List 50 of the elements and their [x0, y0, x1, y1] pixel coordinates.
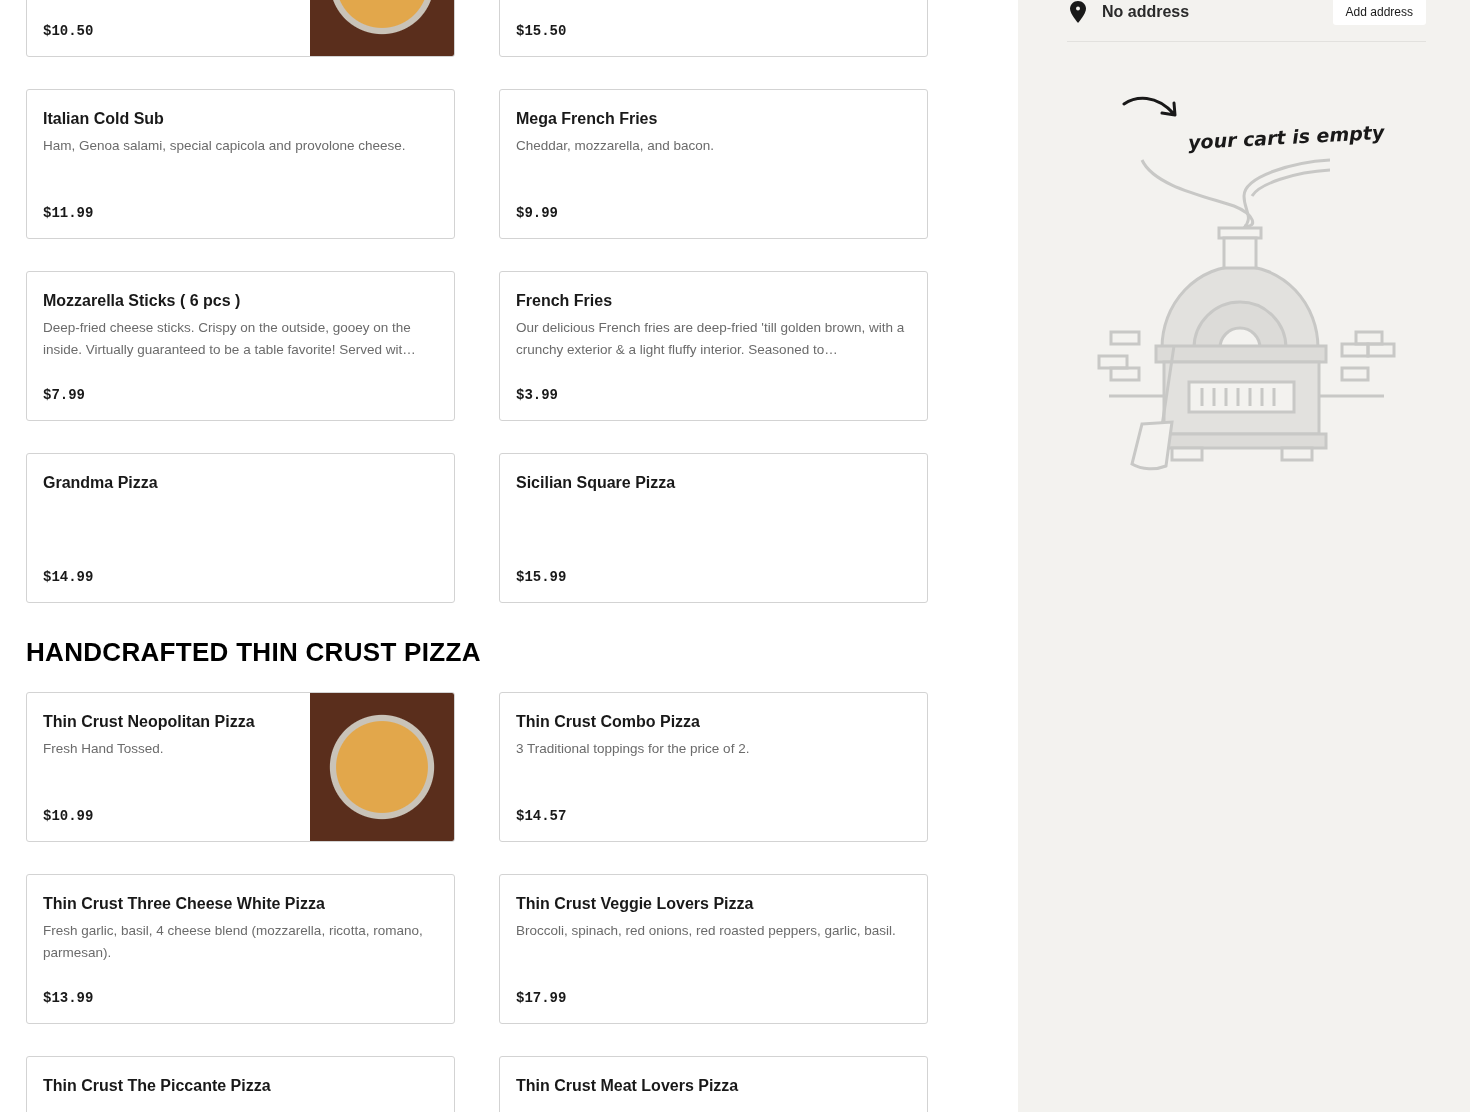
menu-item-card[interactable]: Thin Crust Neopolitan Pizza Fresh Hand Tossed. $10.99 — [26, 692, 455, 842]
menu-item-card[interactable]: French Fries Our delicious French fries are deep-fried 'till golden brown, with a crunchy exterior & a light fluffy interior. Seasoned to… $3.99 — [499, 271, 928, 421]
item-description: Our delicious French fries are deep-fried 'till golden brown, with a crunchy exterior & a light fluffy interior. Seasoned to… — [516, 319, 906, 359]
section-heading: HANDCRAFTED THIN CRUST PIZZA — [26, 637, 482, 668]
item-description: Fresh garlic, basil, 4 cheese blend (mozzarella, ricotta, romano, parmesan). — [43, 922, 424, 962]
menu-item-card[interactable]: Thin Crust Three Cheese White Pizza Fresh garlic, basil, 4 cheese blend (mozzarella, ricotta, romano, parmesan). $13.99 — [26, 874, 455, 1024]
item-description: Cheddar, mozzarella, and bacon. — [516, 137, 716, 155]
item-name: Mega French Fries — [516, 109, 659, 129]
item-price: $15.50 — [516, 23, 568, 39]
item-price: $11.99 — [43, 205, 95, 221]
item-price: $17.99 — [516, 990, 568, 1006]
item-price: $14.57 — [516, 808, 568, 824]
item-name: Thin Crust The Piccante Pizza — [43, 1076, 272, 1096]
item-name: Italian Cold Sub — [43, 109, 165, 129]
menu-item-card[interactable]: Thin Crust Veggie Lovers Pizza Broccoli, spinach, red onions, red roasted peppers, garlic, basil. $17.99 — [499, 874, 928, 1024]
item-name: French Fries — [516, 291, 614, 311]
menu-item-card[interactable]: $15.50 — [499, 0, 928, 57]
item-name: Thin Crust Combo Pizza — [516, 712, 701, 732]
item-price: $10.50 — [43, 23, 95, 39]
item-price: $13.99 — [43, 990, 95, 1006]
item-name: Thin Crust Three Cheese White Pizza — [43, 894, 326, 914]
menu-item-card[interactable]: Mozzarella Sticks ( 6 pcs ) Deep-fried cheese sticks. Crispy on the outside, gooey on the inside. Virtually guaranteed to be a table favorite! Served wit… $7.99 — [26, 271, 455, 421]
item-price: $10.99 — [43, 808, 95, 824]
item-description: Deep-fried cheese sticks. Crispy on the outside, gooey on the inside. Virtually guaranteed to be a table favorite! Served wit… — [43, 319, 417, 359]
item-name: Thin Crust Neopolitan Pizza — [43, 712, 256, 732]
item-name: Grandma Pizza — [43, 473, 159, 493]
menu-item-card[interactable]: Grandma Pizza $14.99 — [26, 453, 455, 603]
address-text: No address — [1102, 3, 1190, 21]
menu-item-card[interactable]: Italian Cold Sub Ham, Genoa salami, special capicola and provolone cheese. $11.99 — [26, 89, 455, 239]
item-price: $3.99 — [516, 387, 559, 403]
item-description: Ham, Genoa salami, special capicola and provolone cheese. — [43, 137, 407, 155]
menu-item-card[interactable]: Thin Crust The Piccante Pizza — [26, 1056, 455, 1112]
item-name: Thin Crust Meat Lovers Pizza — [516, 1076, 740, 1096]
item-price: $15.99 — [516, 569, 568, 585]
item-name: Thin Crust Veggie Lovers Pizza — [516, 894, 755, 914]
item-price: $7.99 — [43, 387, 86, 403]
menu-item-card[interactable]: Thin Crust Meat Lovers Pizza — [499, 1056, 928, 1112]
menu-item-card[interactable]: $10.50 — [26, 0, 455, 57]
item-description: 3 Traditional toppings for the price of 2. — [516, 740, 751, 758]
item-price: $9.99 — [516, 205, 559, 221]
item-name: Sicilian Square Pizza — [516, 473, 677, 493]
item-name: Mozzarella Sticks ( 6 pcs ) — [43, 291, 242, 311]
menu-item-card[interactable]: Mega French Fries Cheddar, mozzarella, and bacon. $9.99 — [499, 89, 928, 239]
empty-cart-message: your cart is empty — [1187, 120, 1386, 154]
add-address-button[interactable]: Add address — [1332, 0, 1426, 25]
item-description: Broccoli, spinach, red onions, red roasted peppers, garlic, basil. — [516, 922, 897, 940]
menu-item-card[interactable]: Thin Crust Combo Pizza 3 Traditional toppings for the price of 2. $14.57 — [499, 692, 928, 842]
item-price: $14.99 — [43, 569, 95, 585]
menu-item-card[interactable]: Sicilian Square Pizza $15.99 — [499, 453, 928, 603]
item-description: Fresh Hand Tossed. — [43, 740, 165, 758]
